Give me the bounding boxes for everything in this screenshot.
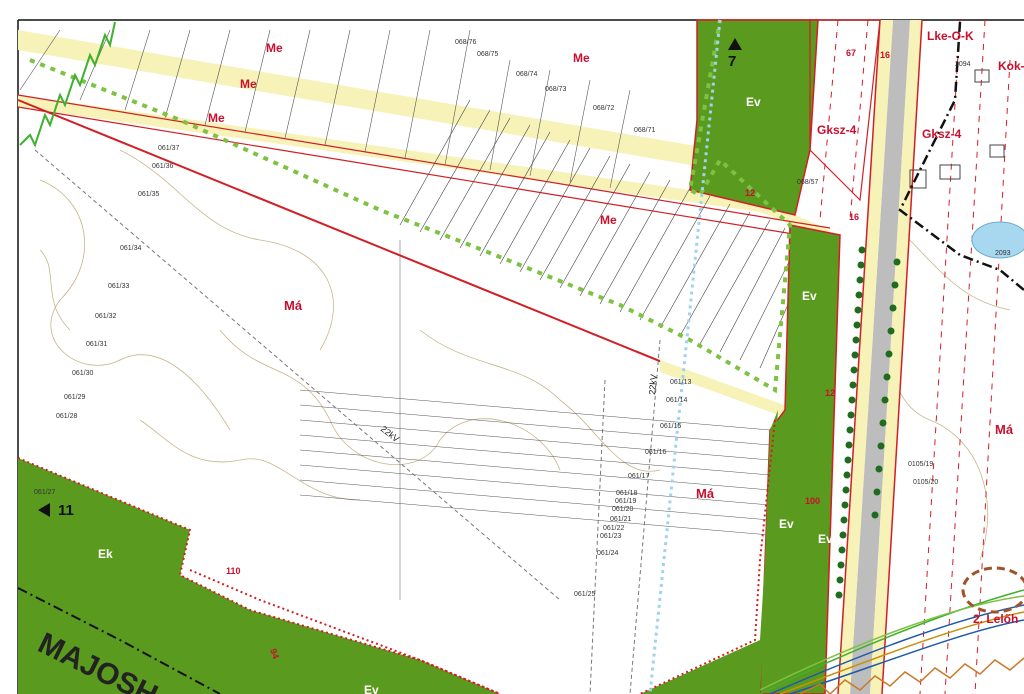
parcel-061-23: 061/23 (600, 533, 622, 540)
zone-label-me-2: Me (240, 77, 257, 91)
zone-label-ma-1: Má (284, 298, 303, 313)
elevation-12-a: 12 (825, 388, 835, 398)
zone-label-ma-2: Má (696, 486, 715, 501)
parcel-068-74: 068/74 (516, 71, 538, 78)
parcel-068-71: 068/71 (634, 127, 656, 134)
zone-label-kok: Kok- (998, 59, 1024, 73)
parcel-061-19: 061/19 (615, 498, 637, 505)
parcel-061-21: 061/21 (610, 516, 632, 523)
parcel-068-76: 068/76 (455, 39, 477, 46)
parcel-061-13: 061/13 (670, 379, 692, 386)
zone-label-ev-east: Ev (802, 289, 817, 303)
parcel-061-22: 061/22 (603, 525, 625, 532)
parcel-0105-20: 0105/20 (913, 479, 938, 486)
parcel-061-33: 061/33 (108, 283, 130, 290)
parcel-068-73: 068/73 (545, 86, 567, 93)
parcel-068-75: 068/75 (477, 51, 499, 58)
elevation-16-b: 16 (849, 212, 859, 222)
zone-label-me-1: Me (266, 41, 283, 55)
parcel-061-20: 061/20 (612, 506, 634, 513)
parcel-0105-19: 0105/19 (908, 461, 933, 468)
elevation-12-b: 12 (745, 188, 755, 198)
elevation-100: 100 (805, 496, 820, 506)
parcel-061-30: 061/30 (72, 370, 94, 377)
elevation-67: 67 (846, 48, 856, 58)
zone-label-ev-north: Ev (746, 95, 761, 109)
parcel-061-15: 061/15 (660, 423, 682, 430)
parcel-061-34: 061/34 (120, 245, 142, 252)
parcel-061-32: 061/32 (95, 313, 117, 320)
elevation-110: 110 (226, 566, 241, 576)
sheet-ref-west: 11 (58, 502, 74, 519)
parcel-061-25: 061/25 (574, 591, 596, 598)
parcel-061-27: 061/27 (34, 489, 56, 496)
parcel-2093: 2093 (995, 250, 1011, 257)
parcel-061-37: 061/37 (158, 145, 180, 152)
elevation-16-a: 16 (880, 50, 890, 60)
parcel-068-72: 068/72 (593, 105, 615, 112)
parcel-061-16: 061/16 (645, 449, 667, 456)
zone-label-ev-south-2: Ev (818, 532, 833, 546)
parcel-068-57: 068/57 (797, 179, 819, 186)
parcel-061-18: 061/18 (616, 490, 638, 497)
zone-label-lke-o-k: Lke-O-K (927, 29, 974, 43)
zone-label-me-5: Me (600, 213, 617, 227)
zone-label-me-4: Me (573, 51, 590, 65)
parcel-2094: 2094 (955, 61, 971, 68)
zone-label-gksz4-1: Gksz-4 (817, 123, 857, 137)
archaeological-site-label: 2. Lelőh (973, 612, 1018, 626)
parcel-061-35: 061/35 (138, 191, 160, 198)
parcel-061-31: 061/31 (86, 341, 108, 348)
parcel-061-14: 061/14 (666, 397, 688, 404)
parcel-061-36: 061/36 (152, 163, 174, 170)
zone-label-ma-3: Má (995, 422, 1014, 437)
zoning-map: Me Me Me Me Me Má Má Má Ev Ev Ev Ev Ev E… (0, 0, 1024, 694)
parcel-061-24: 061/24 (597, 550, 619, 557)
sheet-ref-north: 7 (728, 53, 736, 70)
parcel-061-17: 061/17 (628, 473, 650, 480)
zone-label-me-3: Me (208, 111, 225, 125)
zone-label-gksz4-2: Gksz-4 (922, 127, 962, 141)
zone-label-ev-south-1: Ev (779, 517, 794, 531)
parcel-061-28: 061/28 (56, 413, 78, 420)
zone-label-ek: Ek (98, 547, 113, 561)
power-line-label-22kv-vertical: 22kV (647, 374, 659, 395)
zone-label-ev-bottom: Ev (364, 683, 379, 694)
parcel-061-29: 061/29 (64, 394, 86, 401)
